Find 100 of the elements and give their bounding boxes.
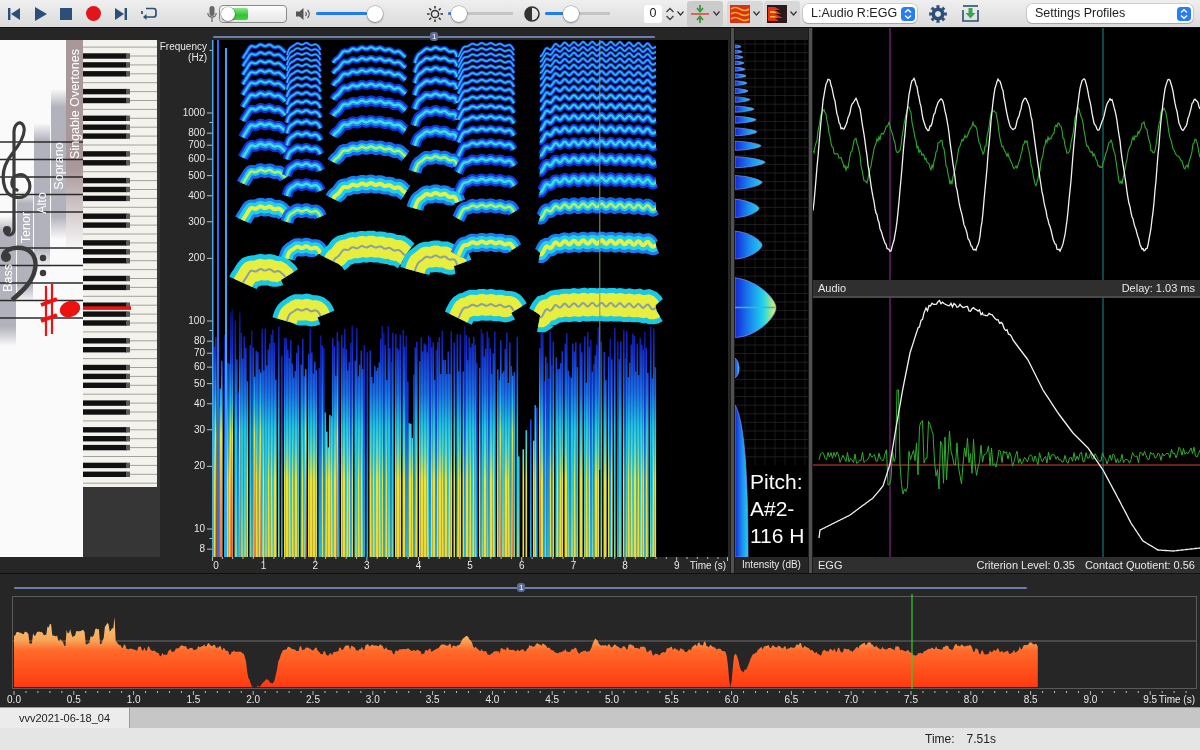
updown-icon [901, 6, 915, 21]
tick-label: 7.0 [844, 694, 859, 706]
tick-label: 30 [193, 423, 205, 436]
caret-icon [753, 11, 760, 16]
tick-label: 6.5 [784, 694, 799, 706]
tick-label: 6 [519, 560, 525, 572]
tick-label: 9.0 [1083, 694, 1098, 706]
tick-label: 0.0 [7, 694, 21, 706]
tick-label: 50 [193, 377, 205, 390]
tick-label: 4.5 [545, 694, 560, 706]
tick-label: 700 [188, 139, 205, 152]
channel-select[interactable]: L:Audio R:EGG [803, 4, 917, 23]
info-readout: Criterion Level: 0.35 [976, 558, 1075, 573]
play-icon [35, 6, 47, 21]
tick-label: 400 [188, 189, 205, 202]
tick-label: 800 [188, 127, 205, 140]
axis-title: Frequency (Hz) [158, 41, 207, 63]
tick-label: 1.0 [126, 694, 141, 706]
tick-label: 300 [188, 215, 205, 228]
time-label: Time: [925, 731, 955, 748]
import-button[interactable] [962, 5, 979, 22]
file-tab[interactable]: vvv2021-06-18_04 [0, 708, 130, 728]
slider-thumb[interactable] [451, 5, 468, 22]
tick-label: 0 [213, 560, 219, 572]
axis-title: Time (s) [1158, 694, 1195, 706]
slider-fill [316, 12, 367, 15]
settings-button[interactable] [929, 4, 947, 23]
caret-icon [677, 11, 684, 16]
tick-label: 20 [193, 460, 205, 473]
sharp-icon [39, 282, 59, 338]
bass-clef-icon [0, 245, 47, 302]
speaker-icon [296, 6, 311, 21]
stop-icon [60, 7, 72, 20]
caret-icon [790, 11, 797, 16]
note-head-icon [59, 300, 81, 318]
loop-button[interactable] [141, 7, 157, 20]
stepper-icon [665, 5, 675, 22]
play-button[interactable] [35, 6, 47, 21]
skip-forward-button[interactable] [115, 6, 127, 21]
tick-label: 2 [312, 560, 319, 572]
tick-label: 8.0 [963, 694, 978, 706]
pitch-indicator [83, 306, 131, 310]
tick-label: 70 [193, 347, 205, 360]
updown-icon [1177, 6, 1191, 21]
tick-label: 2.5 [306, 694, 320, 706]
channel-label: Audio [818, 281, 847, 296]
tick-label: 7 [570, 560, 577, 572]
tick-label: 5.5 [664, 694, 679, 706]
settings-icon [929, 4, 947, 23]
record-button[interactable] [86, 6, 101, 21]
tick-label: 1000 [182, 107, 205, 119]
spectrum-style-button[interactable] [764, 0, 800, 27]
skip-back-button[interactable] [8, 6, 20, 21]
info-readout: Delay: 1.03 ms [1121, 281, 1195, 296]
stop-button[interactable] [60, 7, 72, 20]
slider-fill [448, 12, 452, 15]
scale-button[interactable] [687, 0, 723, 27]
meter-knob[interactable] [221, 6, 235, 21]
tick-label: 8 [622, 560, 628, 572]
skip-back-icon [8, 6, 20, 21]
marker-label[interactable]: 1 [517, 583, 526, 592]
channel-label: EGG [818, 558, 843, 573]
caret-icon [713, 11, 720, 16]
tick-label: 3 [364, 560, 370, 572]
voice-range-label: Singable Overtones [68, 49, 82, 159]
slider-fill [545, 12, 563, 15]
slider-thumb[interactable] [366, 5, 383, 22]
tick-label: 9.5 [1143, 694, 1158, 706]
marker-label[interactable]: 1 [430, 32, 439, 41]
number-field[interactable]: 0 [644, 4, 662, 23]
loop-icon [141, 7, 157, 20]
stepper-button[interactable] [665, 5, 675, 22]
tick-label: 3.0 [365, 694, 380, 706]
tick-label: 5 [467, 560, 473, 572]
tick-label: 4.0 [485, 694, 500, 706]
tick-label: 600 [188, 153, 205, 166]
tick-label: 500 [188, 169, 205, 182]
tick-label: 40 [193, 397, 205, 410]
tick-label: 0.5 [66, 694, 81, 706]
profile-select[interactable]: Settings Profiles [1027, 4, 1193, 23]
axis-title: Intensity (dB) [742, 559, 801, 570]
tick-label: 5.0 [605, 694, 619, 706]
tick-label: 9 [673, 560, 680, 572]
colormap-button[interactable] [727, 0, 763, 27]
brightness-icon [427, 5, 443, 22]
tick-label: 200 [188, 252, 205, 265]
waves-icon [730, 4, 750, 23]
voice-range-label: Alto [35, 192, 49, 214]
slider-thumb[interactable] [563, 5, 579, 22]
tick-label: 1.5 [186, 694, 201, 706]
arrows-icon [690, 4, 710, 23]
axis-title: Time (s) [689, 560, 726, 572]
tick-label: 7.5 [904, 694, 918, 706]
contrast-icon [524, 5, 540, 22]
voice-range-label: Soprano [51, 142, 66, 190]
microphone-icon [207, 5, 217, 22]
flame-icon [767, 4, 787, 23]
info-readout: Contact Quotient: 0.56 [1084, 558, 1195, 573]
record-icon [86, 6, 101, 21]
download-icon [962, 5, 979, 22]
